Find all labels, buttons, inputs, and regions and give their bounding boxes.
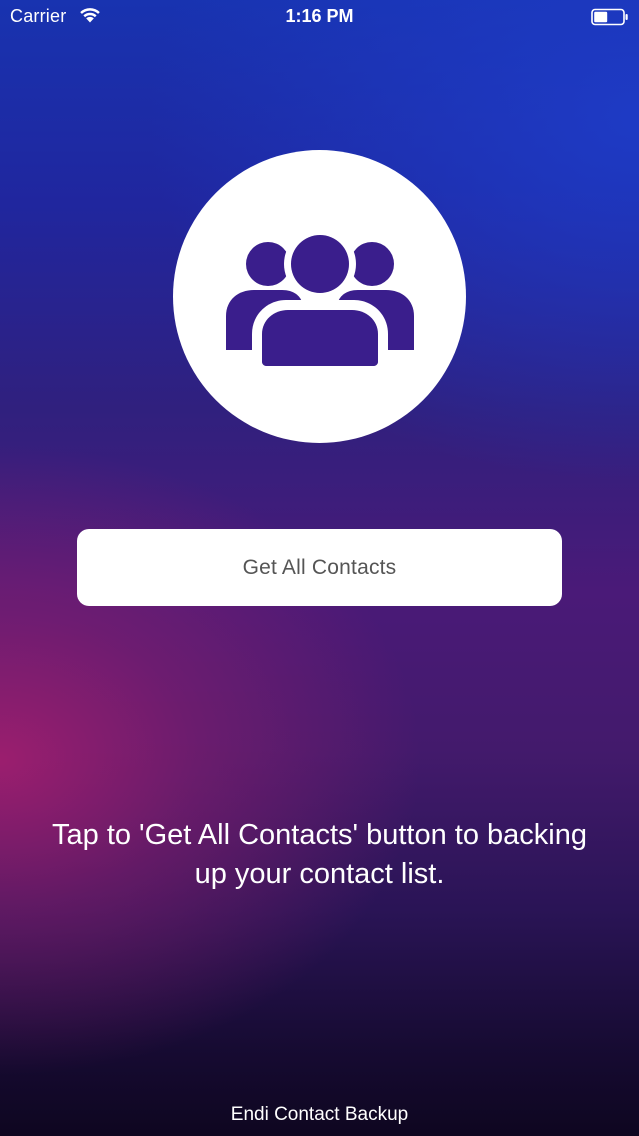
status-bar: Carrier 1:16 PM	[0, 0, 639, 34]
get-all-contacts-button[interactable]: Get All Contacts	[77, 529, 562, 606]
status-time: 1:16 PM	[285, 6, 354, 26]
contacts-avatar-circle	[173, 150, 466, 443]
battery-icon	[591, 8, 628, 26]
instruction-text: Tap to 'Get All Contacts' button to back…	[52, 819, 587, 890]
app-name-footer: Endi Contact Backup	[230, 1104, 409, 1125]
get-all-contacts-label: Get All Contacts	[242, 555, 397, 579]
contacts-group-icon	[226, 230, 414, 366]
